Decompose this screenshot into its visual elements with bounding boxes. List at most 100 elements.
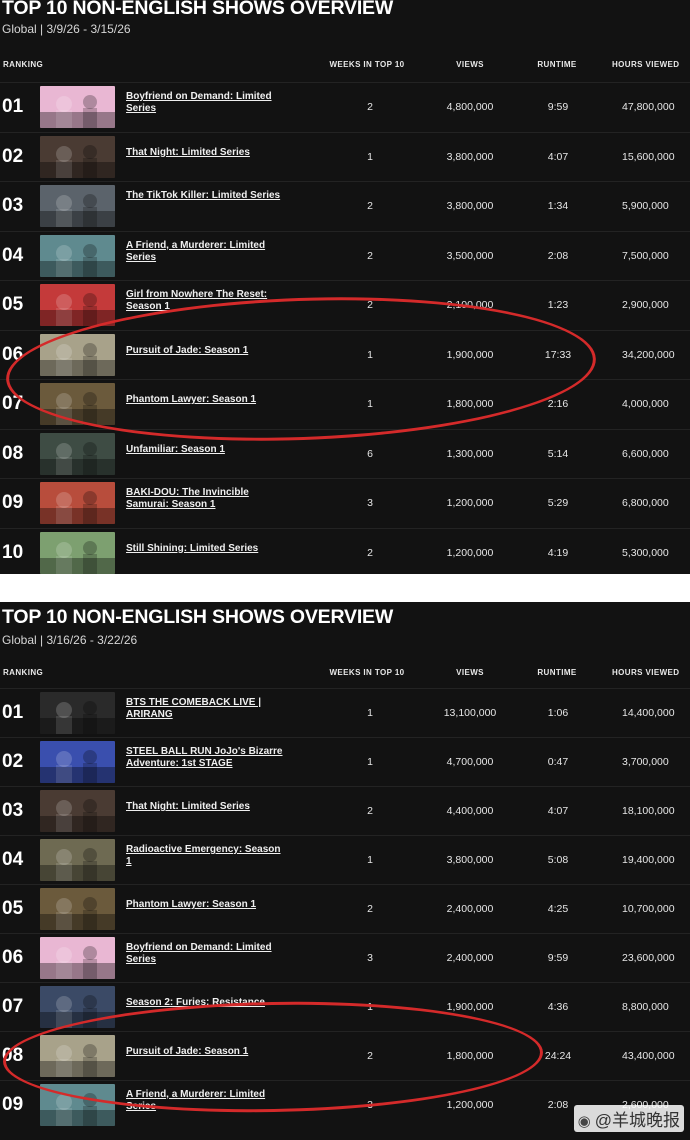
thumbnail-art — [40, 86, 115, 128]
show-thumbnail[interactable] — [40, 741, 115, 783]
table-row[interactable]: 06 Pursuit of Jade: Season 1 1 1,900,000 17:… — [0, 329, 690, 380]
rank-number: 06 — [2, 947, 24, 968]
thumbnail-art — [40, 839, 115, 881]
rank-number: 04 — [2, 244, 24, 266]
hours-viewed: 5,300,000 — [622, 546, 669, 559]
rank-number: 08 — [2, 1045, 24, 1066]
table-row[interactable]: 06 Boyfriend on Demand: Limited Series 3 2,… — [0, 933, 690, 982]
table-row[interactable]: 05 Phantom Lawyer: Season 1 2 2,400,000 4:25… — [0, 884, 690, 933]
table-row[interactable]: 04 A Friend, a Murderer: Limited Series 2 3… — [0, 230, 690, 281]
show-title-link[interactable]: The TikTok Killer: Limited Series — [126, 190, 286, 202]
show-title-link[interactable]: Boyfriend on Demand: Limited Series — [126, 91, 286, 115]
rank-number: 02 — [2, 145, 24, 167]
weeks-in-top10: 2 — [367, 200, 373, 212]
rank-number: 01 — [2, 96, 24, 117]
show-title-link[interactable]: Boyfriend on Demand: Limited Series — [126, 942, 286, 966]
show-title-link[interactable]: BTS THE COMEBACK LIVE | ARIRANG — [126, 697, 286, 721]
show-thumbnail[interactable] — [40, 692, 115, 734]
hours-viewed: 47,800,000 — [622, 101, 675, 113]
table-row[interactable]: 08 Pursuit of Jade: Season 1 2 1,800,000 24:… — [0, 1031, 690, 1080]
table-row[interactable]: 07 Season 2: Furies: Resistance 1 1,900,000… — [0, 982, 690, 1031]
thumbnail-art — [40, 432, 115, 475]
runtime: 9:59 — [547, 952, 569, 964]
panel-separator — [0, 574, 690, 602]
show-title-link[interactable]: BAKI-DOU: The Invincible Samurai: Season… — [126, 487, 286, 511]
show-thumbnail[interactable] — [40, 1035, 115, 1077]
show-title-link[interactable]: Pursuit of Jade: Season 1 — [126, 1046, 286, 1058]
show-title-link[interactable]: Phantom Lawyer: Season 1 — [126, 899, 286, 911]
hours-viewed: 23,600,000 — [622, 952, 675, 964]
header-runtime: RUNTIME — [537, 60, 577, 69]
show-thumbnail[interactable] — [40, 888, 115, 930]
table-row[interactable]: 09 BAKI-DOU: The Invincible Samurai: Seas… — [0, 478, 690, 528]
thumbnail-art — [40, 234, 115, 277]
show-title-link[interactable]: Girl from Nowhere The Reset: Season 1 — [126, 289, 286, 313]
show-title-link[interactable]: Still Shining: Limited Series — [126, 543, 286, 555]
show-thumbnail[interactable] — [40, 1084, 115, 1126]
show-thumbnail[interactable] — [40, 839, 115, 881]
show-thumbnail[interactable] — [40, 185, 115, 227]
show-title-link[interactable]: A Friend, a Murderer: Limited Series — [126, 1089, 286, 1113]
table-row[interactable]: 03 The TikTok Killer: Limited Series 2 3,80… — [0, 181, 690, 231]
show-thumbnail[interactable] — [40, 790, 115, 832]
views-count: 1,900,000 — [446, 1001, 494, 1013]
table-row[interactable]: 01 BTS THE COMEBACK LIVE | ARIRANG 1 13,100… — [0, 688, 690, 737]
show-thumbnail[interactable] — [40, 333, 115, 376]
show-title-link[interactable]: STEEL BALL RUN JoJo's Bizarre Adventure:… — [126, 746, 286, 770]
thumbnail-art — [40, 333, 115, 376]
show-thumbnail[interactable] — [40, 432, 115, 475]
header-ranking: RANKING — [3, 60, 44, 69]
table-row[interactable]: 02 That Night: Limited Series 1 3,800,000 4:… — [0, 131, 690, 182]
hours-viewed: 43,400,000 — [622, 1050, 675, 1062]
thumbnail-art — [40, 284, 115, 326]
table-row[interactable]: 04 Radioactive Emergency: Season 1 1 3,800,… — [0, 835, 690, 884]
show-thumbnail[interactable] — [40, 383, 115, 425]
hours-viewed: 7,500,000 — [622, 249, 669, 262]
panel-date-range: Global | 3/16/26 - 3/22/26 — [2, 633, 138, 647]
table-row[interactable]: 01 Boyfriend on Demand: Limited Series 2 4,… — [0, 82, 690, 132]
views-count: 4,800,000 — [446, 101, 494, 113]
views-count: 1,200,000 — [446, 1099, 494, 1111]
panel-title: TOP 10 NON-ENGLISH SHOWS OVERVIEW — [2, 606, 394, 628]
show-title-link[interactable]: That Night: Limited Series — [126, 801, 286, 813]
show-thumbnail[interactable] — [40, 234, 115, 277]
show-thumbnail[interactable] — [40, 937, 115, 979]
show-title-link[interactable]: Phantom Lawyer: Season 1 — [126, 394, 286, 406]
hours-viewed: 8,800,000 — [622, 1001, 669, 1013]
views-count: 3,500,000 — [446, 249, 494, 262]
show-thumbnail[interactable] — [40, 86, 115, 128]
hours-viewed: 6,600,000 — [622, 447, 669, 460]
show-title-link[interactable]: Pursuit of Jade: Season 1 — [126, 345, 286, 357]
hours-viewed: 10,700,000 — [622, 903, 675, 915]
weeks-in-top10: 1 — [367, 854, 373, 866]
show-thumbnail[interactable] — [40, 531, 115, 574]
show-thumbnail[interactable] — [40, 284, 115, 326]
views-count: 1,900,000 — [446, 348, 494, 361]
runtime: 2:08 — [547, 249, 569, 262]
hours-viewed: 3,700,000 — [622, 756, 669, 768]
thumbnail-art — [40, 1084, 115, 1126]
header-runtime: RUNTIME — [537, 668, 577, 677]
show-title-link[interactable]: Unfamiliar: Season 1 — [126, 444, 286, 456]
table-row[interactable]: 02 STEEL BALL RUN JoJo's Bizarre Adventur… — [0, 737, 690, 786]
header-views: VIEWS — [456, 60, 484, 69]
show-thumbnail[interactable] — [40, 135, 115, 178]
thumbnail-art — [40, 383, 115, 425]
table-row[interactable]: 08 Unfamiliar: Season 1 6 1,300,000 5:14 6,60… — [0, 428, 690, 479]
show-title-link[interactable]: That Night: Limited Series — [126, 147, 286, 159]
table-row[interactable]: 05 Girl from Nowhere The Reset: Season 1 2… — [0, 280, 690, 330]
weeks-in-top10: 3 — [367, 497, 373, 509]
watermark: ◉ @羊城晚报 — [573, 1105, 684, 1132]
show-thumbnail[interactable] — [40, 482, 115, 524]
show-thumbnail[interactable] — [40, 986, 115, 1028]
show-title-link[interactable]: A Friend, a Murderer: Limited Series — [126, 240, 286, 264]
hours-viewed: 5,900,000 — [622, 200, 669, 212]
show-title-link[interactable]: Season 2: Furies: Resistance — [126, 997, 286, 1009]
hours-viewed: 34,200,000 — [622, 348, 675, 361]
table-row[interactable]: 03 That Night: Limited Series 2 4,400,000 4:… — [0, 786, 690, 835]
runtime: 4:07 — [547, 805, 569, 817]
header-views: VIEWS — [456, 668, 484, 677]
table-row[interactable]: 07 Phantom Lawyer: Season 1 1 1,800,000 2:16… — [0, 379, 690, 429]
show-title-link[interactable]: Radioactive Emergency: Season 1 — [126, 844, 286, 868]
table-row[interactable]: 10 Still Shining: Limited Series 2 1,200,00… — [0, 527, 690, 575]
